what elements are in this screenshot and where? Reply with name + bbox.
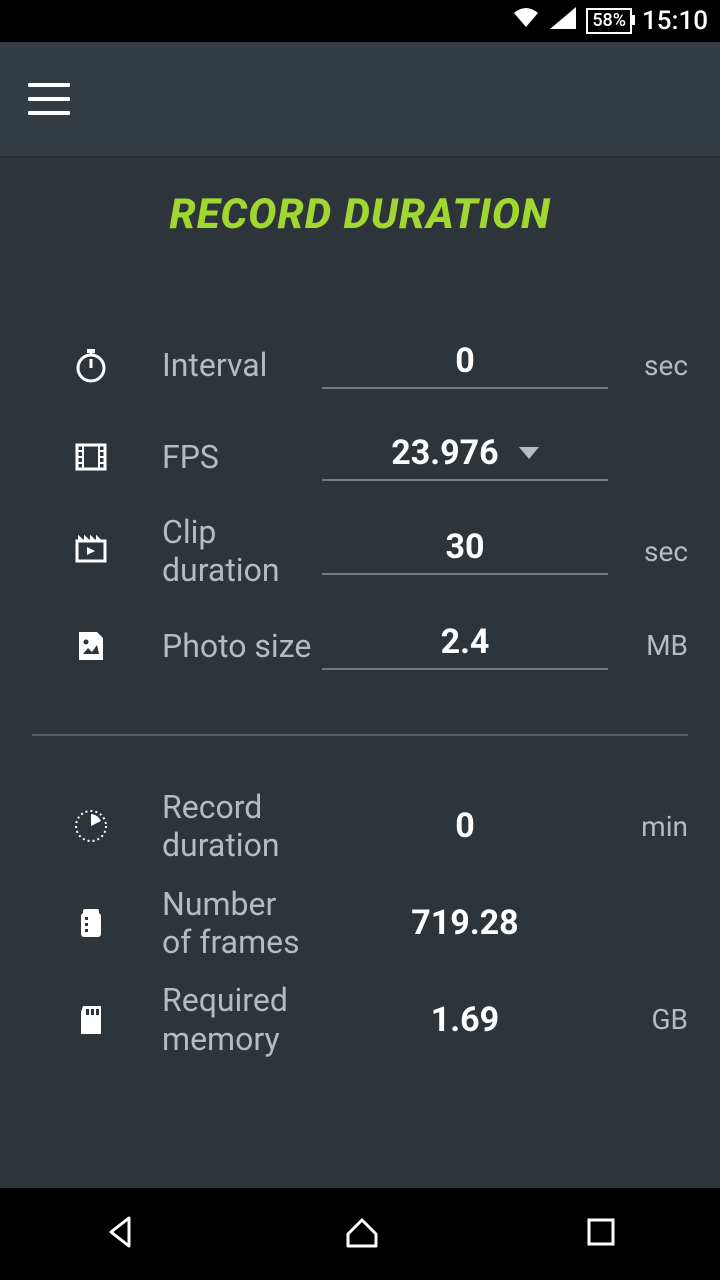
film-icon: [70, 436, 112, 478]
menu-button[interactable]: [28, 83, 70, 115]
clip-duration-label: Clip duration: [112, 513, 312, 590]
fps-value: 23.976: [391, 433, 498, 473]
clock-icon: [70, 805, 112, 847]
frames-value: 719.28: [312, 903, 618, 943]
fps-select[interactable]: 23.976: [322, 433, 608, 481]
status-bar: 58% 15:10: [0, 0, 720, 42]
photo-size-label: Photo size: [112, 627, 312, 665]
clip-icon: [70, 530, 112, 572]
photo-size-unit: MB: [618, 629, 688, 662]
frames-label: Number of frames: [112, 885, 312, 962]
interval-label: Interval: [112, 346, 312, 384]
fps-label: FPS: [112, 438, 312, 476]
row-clip-duration: Clip duration 30 sec: [0, 503, 720, 600]
home-button[interactable]: [340, 1210, 384, 1258]
record-duration-value: 0: [312, 806, 618, 846]
row-record-duration: Record duration 0 min: [0, 778, 720, 875]
divider: [32, 734, 688, 736]
signal-icon: [550, 6, 576, 36]
sd-card-icon: [70, 999, 112, 1041]
photo-size-input[interactable]: 2.4: [322, 622, 608, 670]
row-photo-size: Photo size 2.4 MB: [0, 600, 720, 692]
page-title: RECORD DURATION: [0, 190, 720, 239]
content: RECORD DURATION Interval 0 sec FPS 23.97…: [0, 158, 720, 1068]
row-frames: Number of frames 719.28: [0, 875, 720, 972]
battery-indicator: 58%: [586, 8, 632, 34]
wifi-icon: [512, 6, 540, 36]
memory-value: 1.69: [312, 1000, 618, 1040]
interval-input[interactable]: 0: [322, 341, 608, 389]
record-duration-unit: min: [618, 810, 688, 843]
film-roll-icon: [70, 902, 112, 944]
back-button[interactable]: [99, 1210, 143, 1258]
recent-button[interactable]: [581, 1212, 621, 1256]
memory-unit: GB: [618, 1003, 688, 1036]
interval-unit: sec: [618, 349, 688, 382]
record-duration-label: Record duration: [112, 788, 312, 865]
clip-duration-unit: sec: [618, 535, 688, 568]
image-icon: [70, 625, 112, 667]
clock: 15:10: [642, 6, 708, 36]
memory-label: Required memory: [112, 981, 312, 1058]
chevron-down-icon: [519, 447, 539, 459]
stopwatch-icon: [70, 344, 112, 386]
row-interval: Interval 0 sec: [0, 319, 720, 411]
row-memory: Required memory 1.69 GB: [0, 971, 720, 1068]
nav-bar: [0, 1188, 720, 1280]
app-bar: [0, 42, 720, 158]
clip-duration-input[interactable]: 30: [322, 527, 608, 575]
row-fps: FPS 23.976: [0, 411, 720, 503]
